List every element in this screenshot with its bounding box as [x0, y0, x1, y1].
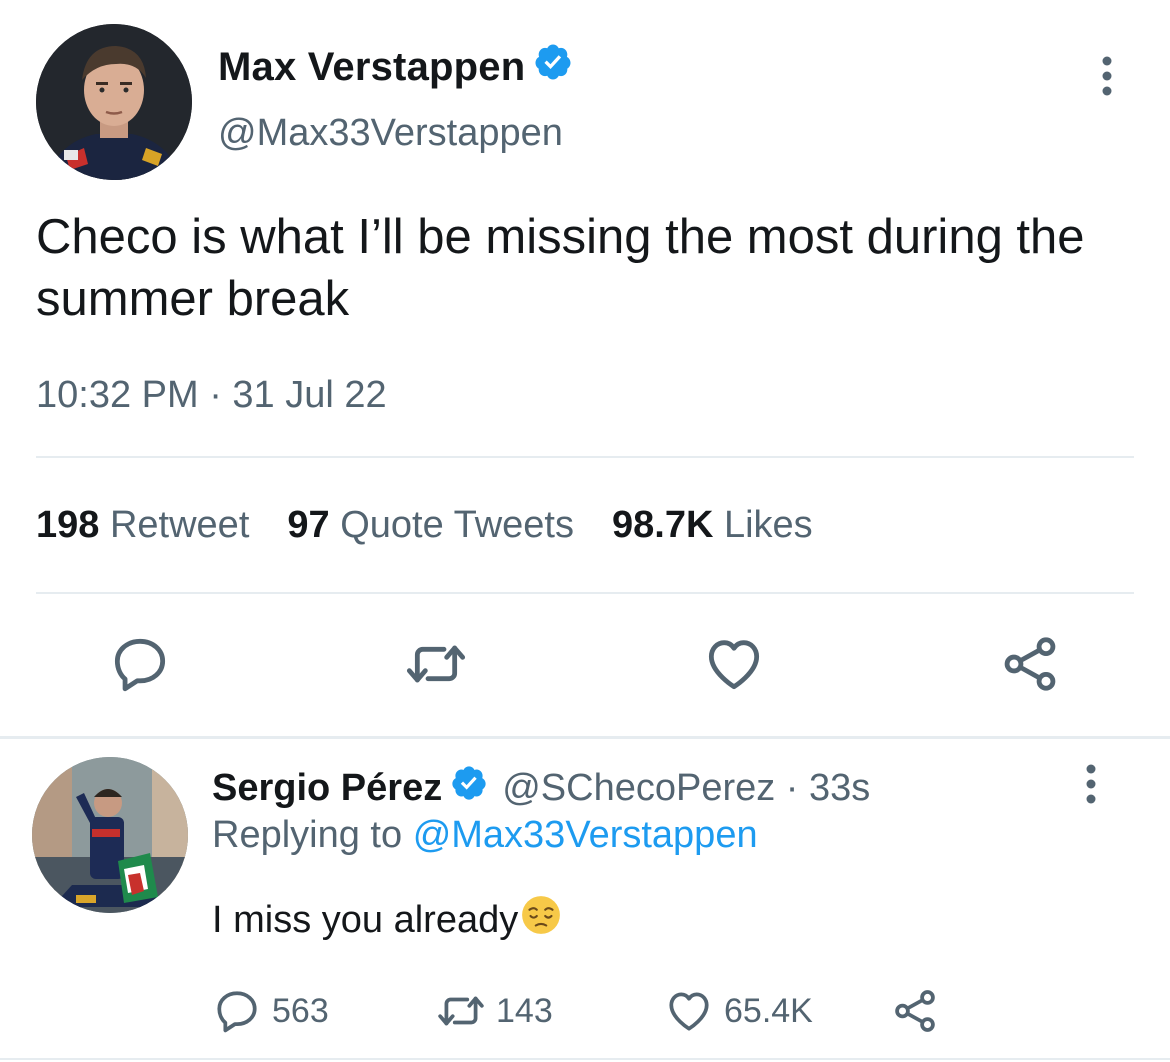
- retweet-icon: [438, 996, 484, 1026]
- reply-header: Sergio Pérez @SChecoPerez · 33s: [212, 764, 870, 812]
- retweet-icon[interactable]: [404, 632, 468, 696]
- reply-reply-action[interactable]: 563: [212, 986, 329, 1036]
- retweets-count: 198: [36, 504, 100, 546]
- replying-prefix: Replying to: [212, 814, 403, 856]
- author-avatar[interactable]: [36, 24, 192, 180]
- replying-mention-link[interactable]: @Max33Verstappen: [413, 814, 758, 856]
- avatar-photo: [36, 24, 192, 180]
- reply-retweet-action[interactable]: 143: [436, 986, 553, 1036]
- heart-icon[interactable]: [702, 632, 766, 696]
- avatar-photo: [32, 757, 188, 913]
- divider: [36, 456, 1134, 458]
- author-handle[interactable]: @Max33Verstappen: [218, 112, 563, 155]
- author-name-row[interactable]: Max Verstappen: [218, 42, 573, 92]
- heart-icon: [669, 992, 709, 1031]
- reply-handle-time[interactable]: @SChecoPerez · 33s: [502, 767, 870, 810]
- reply-text: I miss you already: [212, 898, 519, 941]
- replying-to: Replying to @Max33Verstappen: [212, 814, 758, 857]
- quotes-label: Quote Tweets: [340, 504, 574, 546]
- quotes-stat[interactable]: 97 Quote Tweets: [287, 504, 574, 547]
- more-options-icon[interactable]: [1092, 54, 1122, 98]
- share-icon: [895, 990, 935, 1032]
- verified-badge-icon: [533, 42, 573, 92]
- divider: [36, 592, 1134, 594]
- quotes-count: 97: [287, 504, 330, 546]
- divider: [0, 736, 1170, 739]
- retweets-label: Retweet: [109, 504, 250, 546]
- likes-stat[interactable]: 98.7K Likes: [612, 504, 813, 547]
- reply-text-row: I miss you already: [212, 894, 562, 946]
- retweets-stat[interactable]: 198 Retweet: [36, 504, 249, 547]
- more-options-icon[interactable]: [1076, 762, 1106, 806]
- pensive-face-emoji: [520, 894, 562, 946]
- tweet-stats: 198 Retweet 97 Quote Tweets 98.7K Likes: [36, 504, 813, 547]
- reply-replies-count: 563: [272, 991, 329, 1030]
- author-name[interactable]: Max Verstappen: [218, 45, 525, 90]
- likes-label: Likes: [723, 504, 813, 546]
- likes-count: 98.7K: [612, 504, 714, 546]
- tweet-timestamp[interactable]: 10:32 PM · 31 Jul 22: [36, 374, 387, 417]
- divider: [0, 1058, 1170, 1060]
- reply-likes-count: 65.4K: [724, 991, 813, 1030]
- reply-icon[interactable]: [108, 632, 172, 696]
- tweet-text: Checo is what I’ll be missing the most d…: [36, 210, 1085, 326]
- reply-icon: [217, 991, 257, 1033]
- reply-author-avatar[interactable]: [32, 757, 188, 913]
- reply-share-action[interactable]: [890, 986, 950, 1036]
- reply-author-name[interactable]: Sergio Pérez: [212, 767, 442, 810]
- reply-like-action[interactable]: 65.4K: [664, 986, 813, 1036]
- share-icon[interactable]: [998, 632, 1062, 696]
- reply-retweets-count: 143: [496, 991, 553, 1030]
- verified-badge-icon: [450, 764, 488, 812]
